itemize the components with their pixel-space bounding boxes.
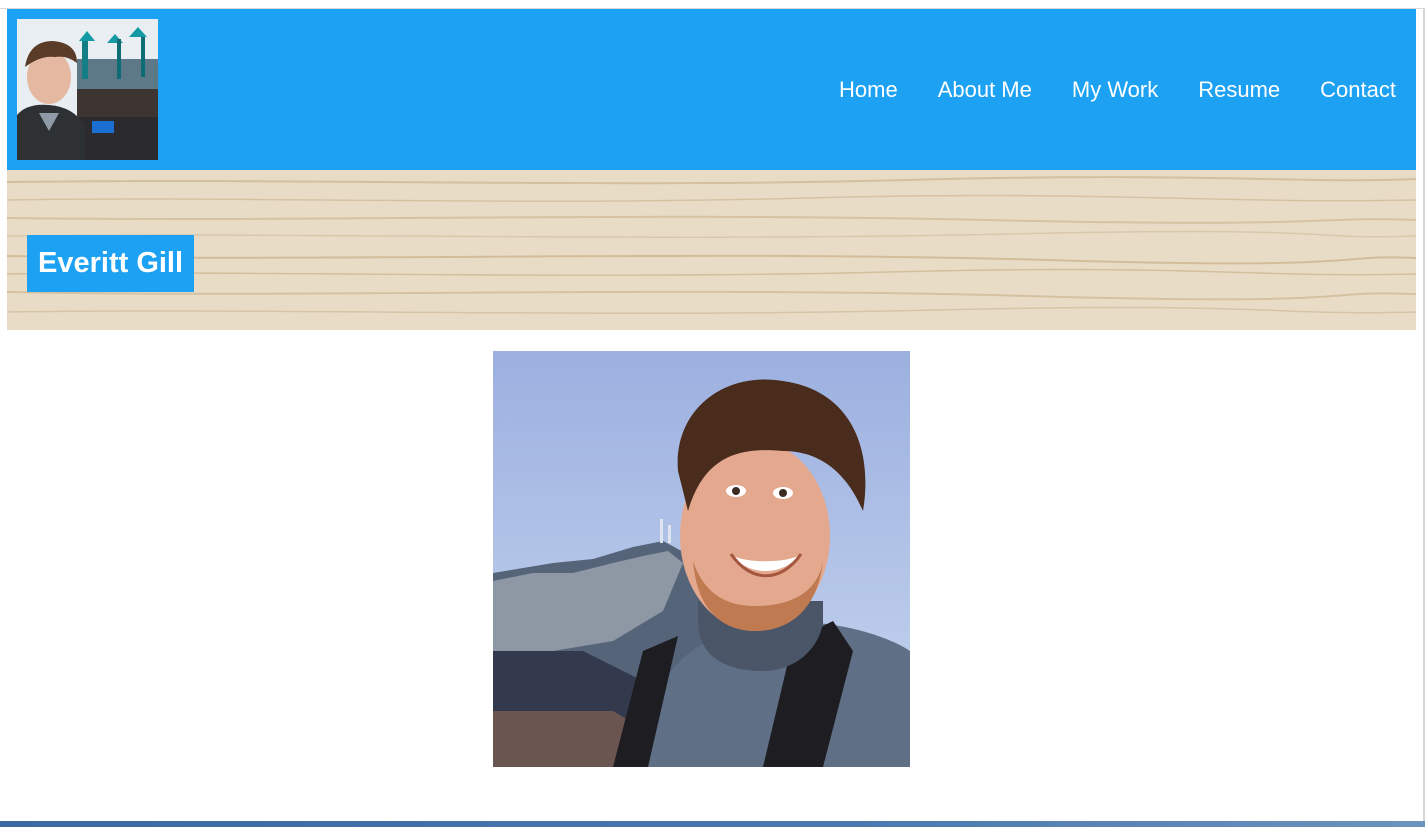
- site-header: Home About Me My Work Resume Contact: [7, 9, 1416, 170]
- nav-about-link[interactable]: About Me: [938, 75, 1032, 105]
- nav-contact-link[interactable]: Contact: [1320, 75, 1396, 105]
- footer-bar: [0, 821, 1425, 827]
- profile-photo: [493, 351, 910, 767]
- wood-texture: [7, 170, 1416, 330]
- site-title-box: Everitt Gill: [27, 235, 195, 292]
- avatar-image: [17, 19, 158, 160]
- header-avatar[interactable]: [17, 19, 158, 160]
- site-title: Everitt Gill: [38, 247, 184, 279]
- nav-home-link[interactable]: Home: [839, 75, 898, 105]
- nav-work-link[interactable]: My Work: [1072, 75, 1158, 105]
- window-top-edge: [0, 0, 1425, 9]
- nav-resume-link[interactable]: Resume: [1198, 75, 1280, 105]
- profile-photo-image: [493, 351, 910, 767]
- hero-banner: Everitt Gill: [7, 170, 1416, 330]
- main-nav: Home About Me My Work Resume Contact: [799, 75, 1396, 105]
